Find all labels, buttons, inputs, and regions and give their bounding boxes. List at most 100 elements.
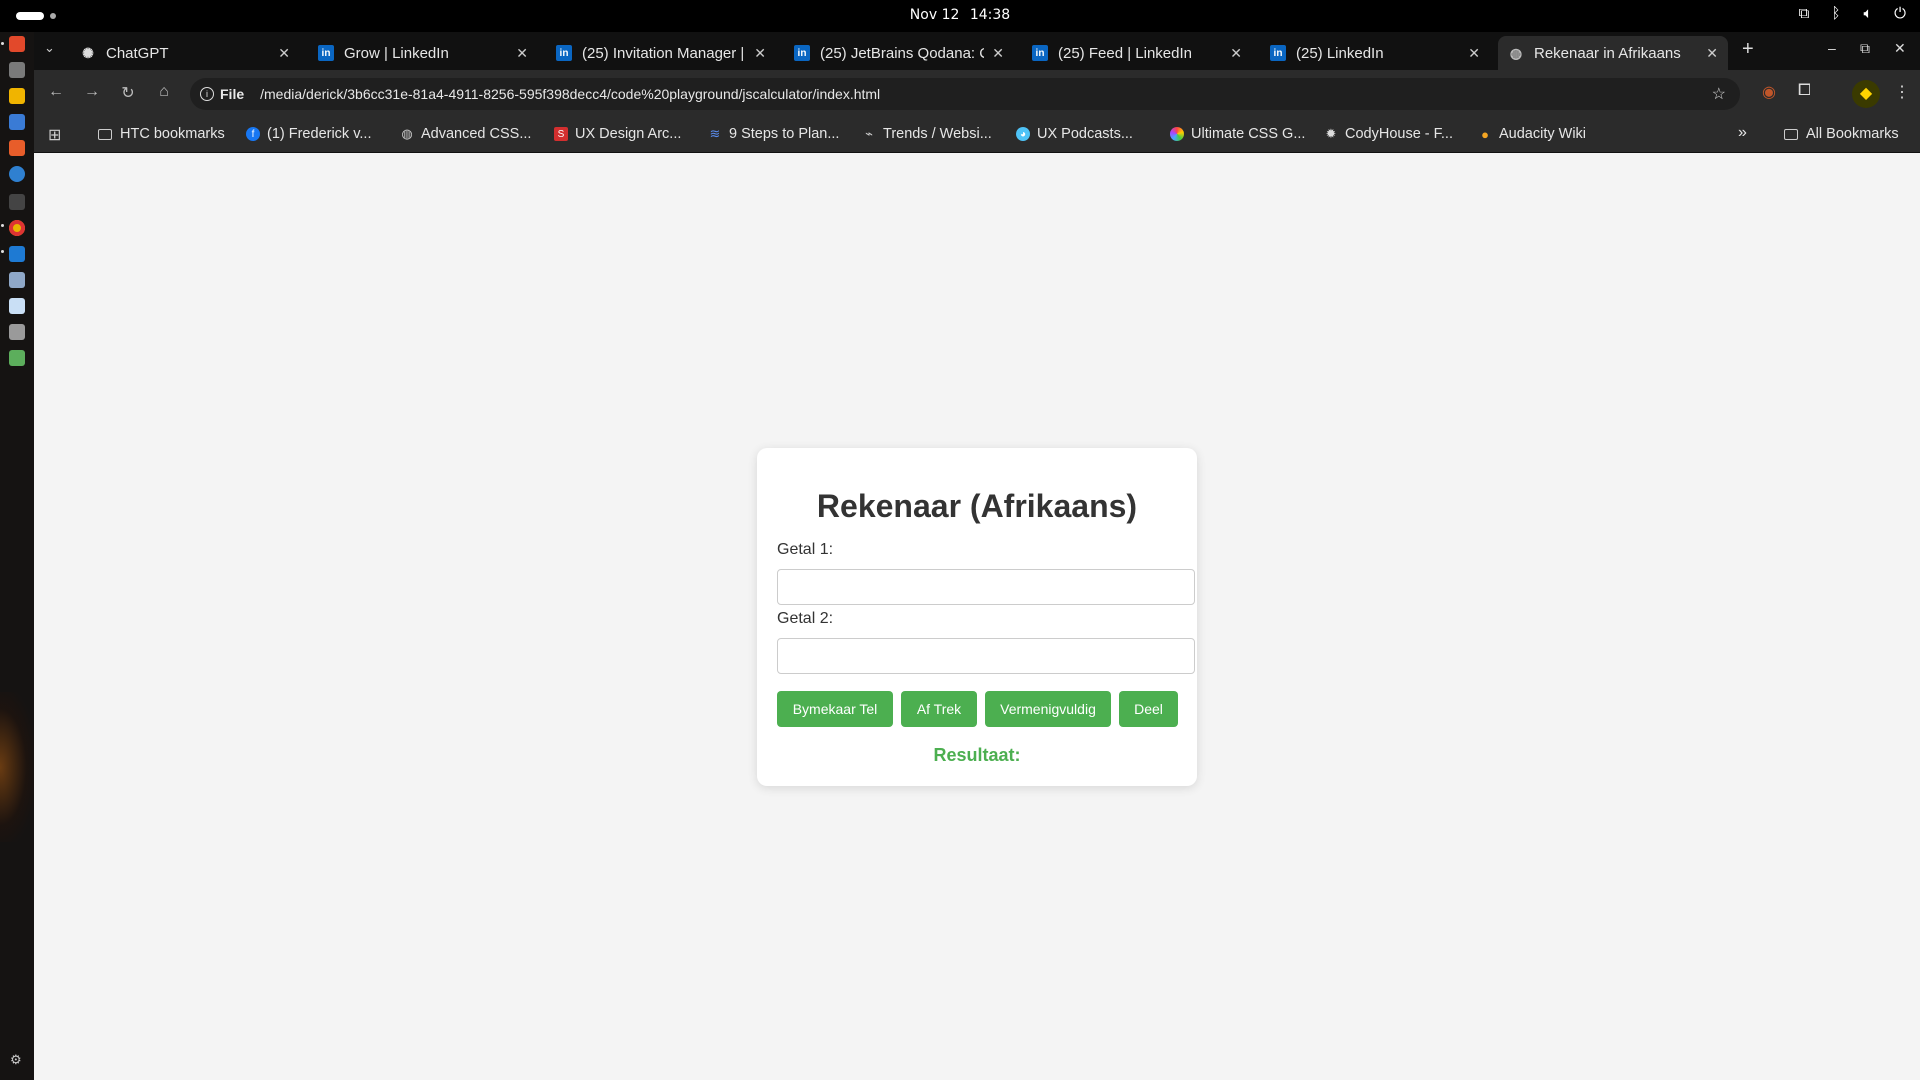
bookmark-frederick[interactable]: f (1) Frederick v... [246,126,371,142]
forward-icon[interactable]: → [82,83,102,101]
bookmark-trends[interactable]: ⌁ Trends / Websi... [862,126,992,142]
minimize-icon[interactable]: – [1828,40,1836,56]
result-label: Resultaat: [933,745,1021,765]
browser-menu-icon[interactable]: ⋮ [1894,82,1910,102]
audacity-icon: ● [1481,126,1489,142]
tab-close-icon[interactable]: ✕ [278,45,290,62]
tab-rekenaar-active[interactable]: ◍ Rekenaar in Afrikaans ✕ [1498,36,1728,70]
tab-close-icon[interactable]: ✕ [1468,45,1480,62]
address-bar[interactable]: i File /media/derick/3b6cc31e-81a4-4911-… [190,78,1740,110]
multiply-button[interactable]: Vermenigvuldig [985,691,1111,727]
bluetooth-icon[interactable]: ᛒ [1826,5,1846,22]
number1-input[interactable] [777,569,1195,605]
number1-label: Getal 1: [777,541,834,558]
linkedin-icon: in [1270,45,1286,61]
chrome-icon[interactable] [9,220,25,236]
bookmark-codyhouse[interactable]: ✹ CodyHouse - F... [1324,126,1453,142]
system-tray[interactable]: ⧉ ᛒ 🔈︎ ⏻ [1794,5,1910,22]
clock-date: Nov 12 [909,7,960,23]
all-bookmarks-folder[interactable]: All Bookmarks [1784,126,1899,142]
rhythmbox-icon[interactable] [9,88,25,104]
tab-feed-linkedin[interactable]: in (25) Feed | LinkedIn ✕ [1022,36,1252,70]
folder-icon [1784,128,1798,140]
tab-close-icon[interactable]: ✕ [1706,45,1718,62]
url-text[interactable]: /media/derick/3b6cc31e-81a4-4911-8256-59… [260,86,880,102]
linkedin-icon: in [1032,45,1048,61]
calculator-card: Rekenaar (Afrikaans) Getal 1: Getal 2: B… [757,448,1197,786]
bookmark-ux-podcasts[interactable]: ◕ UX Podcasts... [1016,126,1133,142]
home-icon[interactable]: ⌂ [154,83,174,101]
tab-linkedin[interactable]: in (25) LinkedIn ✕ [1260,36,1490,70]
running-indicator [1,250,4,253]
subtract-button[interactable]: Af Trek [901,691,977,727]
bookmark-label: UX Podcasts... [1037,126,1133,142]
vscode-icon[interactable] [9,246,25,262]
tab-title: (25) LinkedIn [1296,44,1384,62]
bookmark-label: Advanced CSS... [421,126,532,142]
chatgpt-icon: ✺ [82,44,94,61]
bookmark-label: UX Design Arc... [575,126,682,142]
bookmark-9-steps[interactable]: ≋ 9 Steps to Plan... [708,126,840,142]
tab-jetbrains-qodana[interactable]: in (25) JetBrains Qodana: C ✕ [784,36,1014,70]
network-icon[interactable]: ⧉ [1794,5,1814,22]
facebook-icon: f [246,127,260,141]
tab-chatgpt[interactable]: ✺ ChatGPT ✕ [70,36,300,70]
site-info-icon[interactable]: i [200,87,214,101]
bookmark-star-icon[interactable]: ☆ [1712,84,1726,104]
all-bookmarks-label: All Bookmarks [1806,126,1899,142]
system-clock[interactable]: Nov 12 14:38 [0,7,1920,23]
notes-icon[interactable] [9,298,25,314]
close-window-icon[interactable]: ✕ [1894,40,1906,57]
tab-search-chevron-icon[interactable]: ⌄ [44,40,55,56]
tab-close-icon[interactable]: ✕ [754,45,766,62]
page-viewport: Rekenaar (Afrikaans) Getal 1: Getal 2: B… [34,153,1920,1080]
apps-grid-icon[interactable]: ⊞ [48,125,61,145]
files-icon[interactable] [9,62,25,78]
running-indicator [1,42,4,45]
power-icon[interactable]: ⏻ [1890,5,1910,22]
browser-tab-strip: ⌄ ✺ ChatGPT ✕ in Grow | LinkedIn ✕ in (2… [34,32,1920,70]
tab-invitation-manager[interactable]: in (25) Invitation Manager | ✕ [546,36,776,70]
globe-icon: ◍ [1509,44,1523,61]
smashing-icon: S [554,127,568,141]
bookmarks-bar: ⊞ HTC bookmarks f (1) Frederick v... ◍ A… [34,118,1920,153]
bookmark-ultimate-css[interactable]: Ultimate CSS G... [1170,126,1305,142]
bookmark-ux-design-arc[interactable]: S UX Design Arc... [554,126,681,142]
volume-icon[interactable]: 🔈︎ [1858,5,1878,22]
reload-icon[interactable]: ↻ [118,83,138,103]
profile-avatar[interactable]: ◆ [1852,80,1880,108]
screenshot-icon[interactable] [9,272,25,288]
bookmark-folder-htc[interactable]: HTC bookmarks [98,126,225,142]
more-bookmarks-icon[interactable]: » [1738,124,1747,142]
terminal-icon[interactable] [9,194,25,210]
show-apps-icon[interactable]: ⚙ [10,1052,22,1068]
extension-icon[interactable]: ◉ [1762,82,1776,102]
tab-title: (25) Invitation Manager | [582,44,745,62]
color-wheel-icon [1170,127,1184,141]
tab-close-icon[interactable]: ✕ [1230,45,1242,62]
clock-time: 14:38 [969,7,1011,23]
restore-icon[interactable]: ⧉ [1860,40,1870,57]
tab-grow-linkedin[interactable]: in Grow | LinkedIn ✕ [308,36,538,70]
document-icon[interactable] [9,324,25,340]
add-button[interactable]: Bymekaar Tel [777,691,893,727]
divide-button[interactable]: Deel [1119,691,1178,727]
back-icon[interactable]: ← [46,83,66,101]
bookmark-audacity-wiki[interactable]: ● Audacity Wiki [1478,126,1586,142]
trash-icon[interactable] [9,350,25,366]
app-center-icon[interactable] [9,140,25,156]
help-icon[interactable] [9,166,25,182]
tab-title: Grow | LinkedIn [344,44,449,62]
gear-icon: ✹ [1325,126,1337,141]
app-dock: ⚙ [0,32,34,1080]
new-tab-icon[interactable]: + [1742,38,1754,61]
tab-close-icon[interactable]: ✕ [516,45,528,62]
extensions-puzzle-icon[interactable]: ⧠ [1798,82,1811,100]
number2-input[interactable] [777,638,1195,674]
podcast-icon: ◕ [1016,127,1030,141]
running-indicator [1,224,4,227]
tab-close-icon[interactable]: ✕ [992,45,1004,62]
bookmark-advanced-css[interactable]: ◍ Advanced CSS... [400,126,531,142]
firefox-icon[interactable] [9,36,25,52]
writer-icon[interactable] [9,114,25,130]
